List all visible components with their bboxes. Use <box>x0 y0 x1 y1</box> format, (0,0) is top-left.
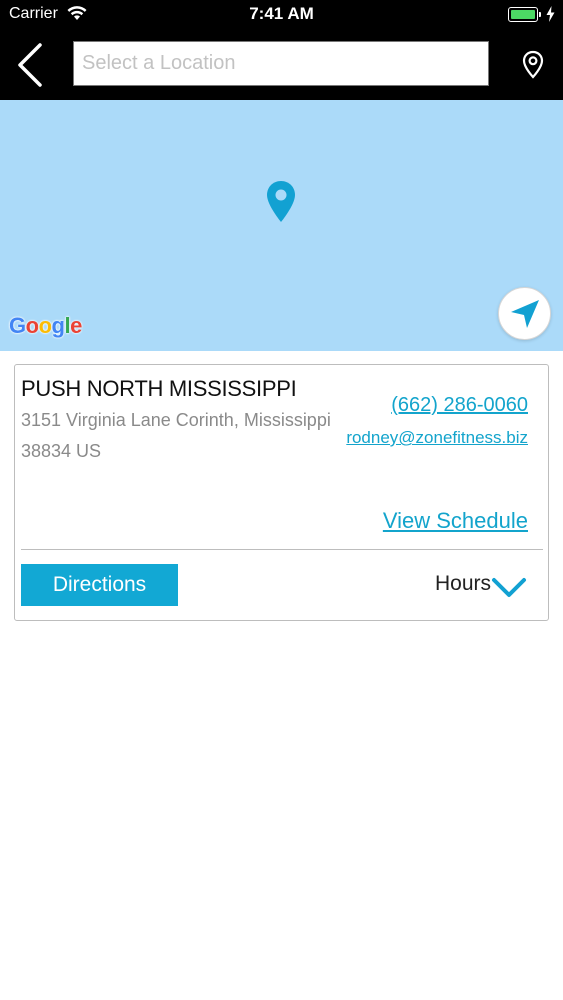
view-schedule-link[interactable]: View Schedule <box>383 508 528 534</box>
phone-link[interactable]: (662) 286-0060 <box>391 394 528 417</box>
charging-bolt-icon <box>546 6 555 22</box>
status-time: 7:41 AM <box>249 4 314 23</box>
location-pin-button[interactable] <box>516 48 550 82</box>
map-marker-icon[interactable] <box>265 180 297 224</box>
location-name: PUSH NORTH MISSISSIPPI <box>21 376 297 401</box>
address-line-1: 3151 Virginia Lane Corinth, Mississippi <box>21 410 331 430</box>
email-link[interactable]: rodney@zonefitness.biz <box>346 428 528 448</box>
battery-nub <box>539 12 541 17</box>
navigate-button[interactable] <box>498 287 551 340</box>
divider <box>21 549 543 550</box>
map-view[interactable]: Google <box>0 100 563 351</box>
chevron-left-icon <box>18 43 42 87</box>
location-card: PUSH NORTH MISSISSIPPI 3151 Virginia Lan… <box>14 364 549 621</box>
hours-label: Hours <box>435 572 492 595</box>
chevron-down-icon <box>492 578 526 597</box>
directions-button[interactable]: Directions <box>21 564 178 606</box>
google-logo: Google <box>9 313 82 338</box>
status-bar: Carrier 7:41 AM <box>0 0 563 30</box>
address-line-2: 38834 US <box>21 441 102 461</box>
map-pin-outline-icon <box>522 50 544 79</box>
back-button[interactable] <box>10 40 54 90</box>
navigation-arrow-icon <box>511 300 539 328</box>
battery-icon <box>508 7 538 22</box>
location-search-input[interactable] <box>73 41 489 86</box>
nav-bar <box>0 30 563 100</box>
